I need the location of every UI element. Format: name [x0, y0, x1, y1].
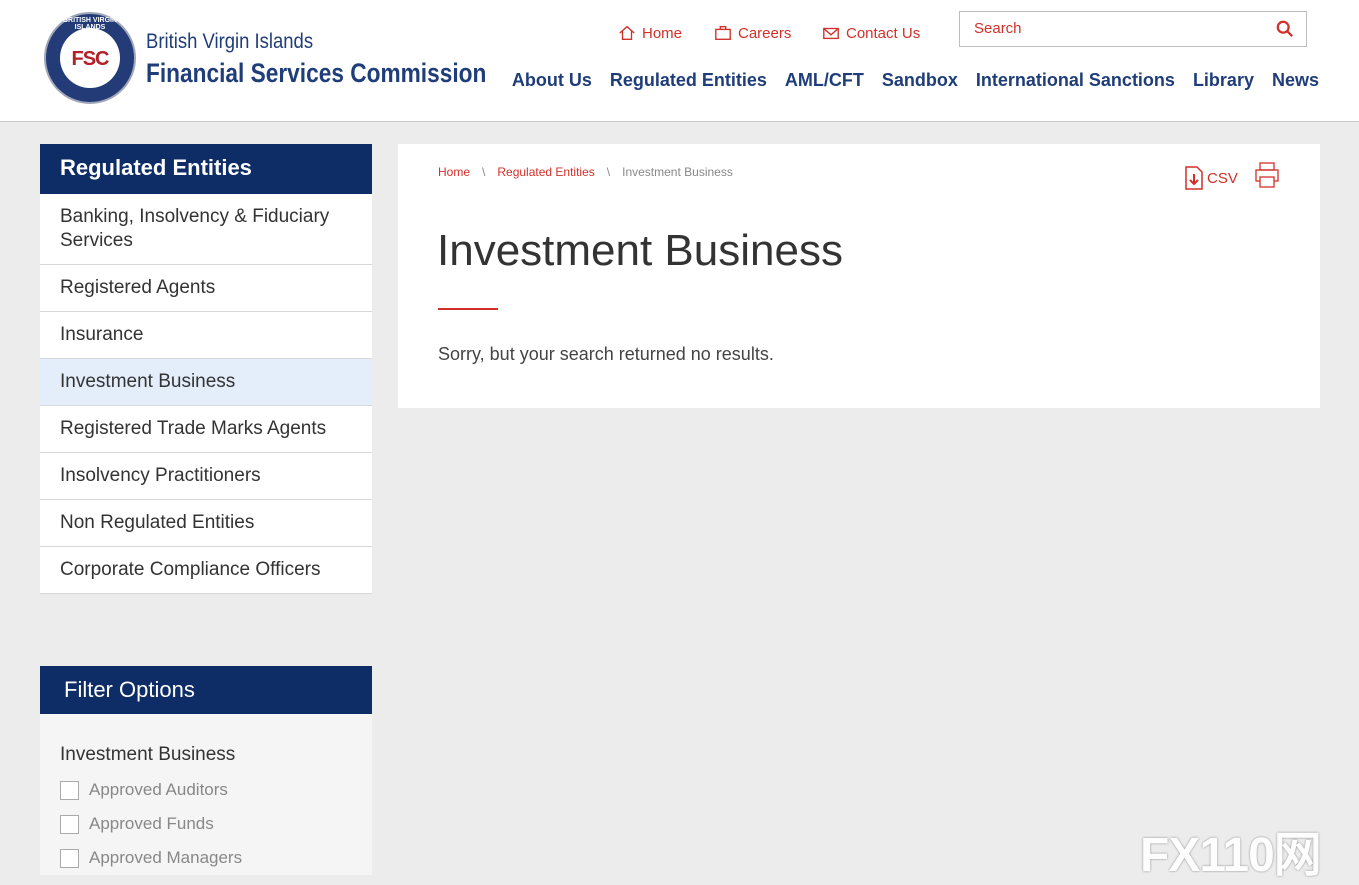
breadcrumb-home[interactable]: Home — [438, 165, 470, 179]
search-box — [959, 11, 1307, 47]
nav-regulated-entities[interactable]: Regulated Entities — [610, 70, 767, 91]
search-icon[interactable] — [1276, 20, 1294, 38]
sidebar-item-registered-agents[interactable]: Registered Agents — [40, 265, 372, 312]
sidebar-item-insurance[interactable]: Insurance — [40, 312, 372, 359]
envelope-icon — [823, 27, 839, 40]
checkbox[interactable] — [60, 814, 79, 834]
sidebar-title: Regulated Entities — [40, 144, 372, 194]
sidebar-item-banking[interactable]: Banking, Insolvency & Fiduciary Services — [40, 194, 372, 265]
main-content: Home \ Regulated Entities \ Investment B… — [398, 144, 1320, 408]
csv-download-button[interactable]: CSV — [1184, 166, 1238, 190]
checkbox[interactable] — [60, 780, 79, 800]
no-results-message: Sorry, but your search returned no resul… — [438, 344, 774, 364]
sidebar: Regulated Entities Banking, Insolvency &… — [40, 144, 372, 594]
sidebar-item-trade-marks-agents[interactable]: Registered Trade Marks Agents — [40, 406, 372, 453]
site-header: BRITISH VIRGIN ISLANDS FSC British Virgi… — [0, 0, 1359, 122]
home-link[interactable]: Home — [618, 24, 682, 42]
main-nav: About Us Regulated Entities AML/CFT Sand… — [512, 70, 1319, 91]
briefcase-icon — [715, 26, 731, 40]
csv-label: CSV — [1207, 169, 1238, 187]
brand-line-2: Financial Services Commission — [146, 58, 487, 88]
filter-option-funds[interactable]: Approved Funds — [60, 814, 214, 834]
nav-about-us[interactable]: About Us — [512, 70, 592, 91]
logo-text: FSC — [71, 48, 110, 70]
breadcrumb-separator: \ — [606, 165, 611, 179]
filter-option-auditors[interactable]: Approved Auditors — [60, 780, 228, 800]
nav-sandbox[interactable]: Sandbox — [882, 70, 958, 91]
contact-link[interactable]: Contact Us — [822, 24, 920, 42]
checkbox[interactable] — [60, 848, 79, 868]
breadcrumb-regulated-entities[interactable]: Regulated Entities — [497, 165, 594, 179]
nav-international-sanctions[interactable]: International Sanctions — [976, 70, 1175, 91]
nav-library[interactable]: Library — [1193, 70, 1254, 91]
page-title: Investment Business — [437, 226, 843, 275]
contact-link-label: Contact Us — [846, 24, 921, 42]
home-icon — [619, 25, 635, 40]
nav-news[interactable]: News — [1272, 70, 1319, 91]
filter-panel: Filter Options Investment Business Appro… — [40, 666, 372, 875]
logo-inner: FSC — [60, 28, 120, 88]
nav-aml-cft[interactable]: AML/CFT — [785, 70, 864, 91]
search-input[interactable] — [972, 19, 1266, 38]
filter-option-managers[interactable]: Approved Managers — [60, 848, 242, 868]
download-icon — [1185, 166, 1203, 190]
filter-group-label: Investment Business — [60, 744, 236, 765]
filter-option-label: Approved Auditors — [89, 780, 228, 799]
printer-icon — [1255, 162, 1279, 188]
home-link-label: Home — [642, 24, 683, 42]
brand-line-1: British Virgin Islands — [146, 30, 314, 53]
filter-option-label: Approved Managers — [89, 848, 243, 867]
print-button[interactable] — [1255, 162, 1279, 193]
breadcrumb-current: Investment Business — [622, 165, 733, 179]
filter-title: Filter Options — [40, 666, 372, 714]
sidebar-item-insolvency-practitioners[interactable]: Insolvency Practitioners — [40, 453, 372, 500]
sidebar-item-compliance-officers[interactable]: Corporate Compliance Officers — [40, 547, 372, 594]
sidebar-item-investment-business[interactable]: Investment Business — [40, 359, 372, 406]
sidebar-item-non-regulated[interactable]: Non Regulated Entities — [40, 500, 372, 547]
careers-link-label: Careers — [738, 24, 792, 42]
careers-link[interactable]: Careers — [714, 24, 791, 42]
title-underline — [438, 308, 498, 310]
fsc-logo[interactable]: BRITISH VIRGIN ISLANDS FSC — [44, 12, 136, 104]
breadcrumb: Home \ Regulated Entities \ Investment B… — [438, 165, 733, 179]
breadcrumb-separator: \ — [482, 165, 486, 179]
filter-option-label: Approved Funds — [89, 814, 214, 833]
